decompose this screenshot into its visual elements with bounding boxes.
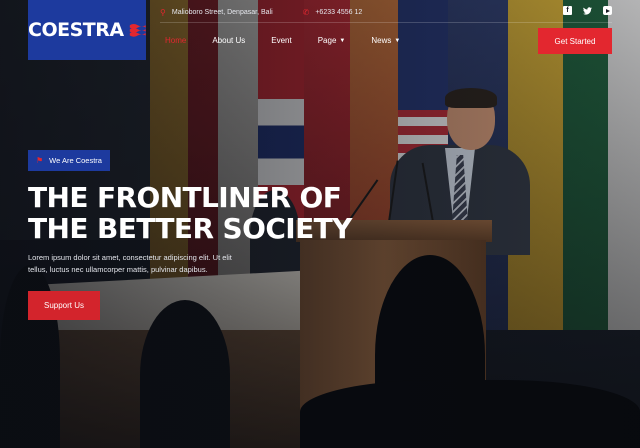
nav-label: Home <box>165 36 187 45</box>
hero-headline: THE FRONTLINER OF THE BETTER SOCIETY <box>28 181 352 245</box>
header-divider <box>160 22 612 23</box>
nav-label: About Us <box>212 36 246 45</box>
nav-item-page[interactable]: Page ▼ <box>318 36 346 45</box>
headline-line-2: THE BETTER SOCIETY <box>28 212 352 245</box>
address-info: ⚲ Malioboro Street, Denpasar, Bali <box>160 8 273 17</box>
nav-item-event[interactable]: Event <box>271 36 291 45</box>
hero-badge: ⚑ We Are Coestra <box>28 150 110 171</box>
flag-icon: ⚑ <box>36 156 44 165</box>
address-text: Malioboro Street, Denpasar, Bali <box>171 9 273 16</box>
phone-info[interactable]: ✆ +6233 4556 12 <box>303 8 363 17</box>
support-us-button[interactable]: Support Us <box>28 291 100 320</box>
nav-item-about-us[interactable]: About Us <box>212 36 245 45</box>
headline-line-1: THE FRONTLINER OF <box>28 181 342 214</box>
top-info-bar: ⚲ Malioboro Street, Denpasar, Bali ✆ +62… <box>160 8 362 17</box>
chevron-down-icon: ▼ <box>394 37 401 44</box>
phone-icon: ✆ <box>302 8 310 17</box>
badge-text: We Are Coestra <box>49 156 102 165</box>
map-marker-icon: ⚲ <box>160 8 166 17</box>
nav-label: Page <box>317 36 337 45</box>
subtext-line-1: Lorem ipsum dolor sit amet, consectetur … <box>28 253 232 262</box>
subtext-line-2: tellus, luctus nec ullamcorper mattis, p… <box>28 265 208 274</box>
logo-text: COESTRA <box>28 19 124 41</box>
nav-item-home[interactable]: Home <box>165 36 186 45</box>
youtube-icon[interactable] <box>603 6 612 15</box>
nav-label: Event <box>271 36 292 45</box>
nav-item-news[interactable]: News ▼ <box>371 36 400 45</box>
chevron-down-icon: ▼ <box>339 37 346 44</box>
twitter-bird-glyph <box>583 6 592 15</box>
social-links: f <box>563 6 612 15</box>
hero-subtext: Lorem ipsum dolor sit amet, consectetur … <box>28 252 268 276</box>
nav-label: News <box>371 36 392 45</box>
twitter-icon[interactable] <box>583 6 592 15</box>
facebook-icon[interactable]: f <box>563 6 572 15</box>
waving-flag-icon <box>129 24 146 37</box>
get-started-button[interactable]: Get Started <box>538 28 612 54</box>
phone-text: +6233 4556 12 <box>315 9 363 16</box>
site-logo[interactable]: COESTRA <box>28 0 146 60</box>
main-navigation: Home About Us Event Page ▼ News ▼ <box>165 36 400 45</box>
